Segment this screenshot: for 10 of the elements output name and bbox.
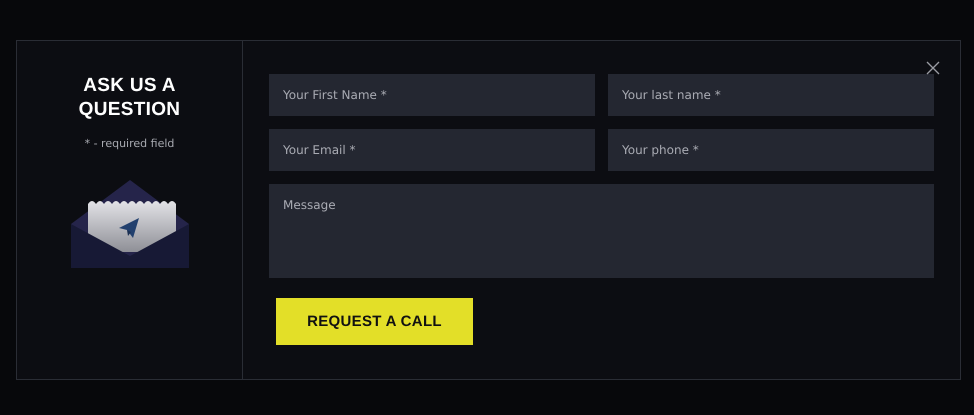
input-field[interactable]: Your phone *	[608, 129, 934, 171]
close-icon[interactable]	[926, 61, 940, 75]
input-field[interactable]: Your First Name *	[269, 74, 595, 116]
input-field[interactable]: Your Email *	[269, 129, 595, 171]
input-field[interactable]: Your last name *	[608, 74, 934, 116]
message-field[interactable]: Message	[269, 184, 934, 278]
dialog-title: ASK US A QUESTION	[78, 74, 182, 122]
required-note: * - required field	[84, 137, 174, 150]
envelope-icon	[70, 180, 188, 268]
request-call-button[interactable]: REQUEST A CALL	[276, 298, 473, 345]
